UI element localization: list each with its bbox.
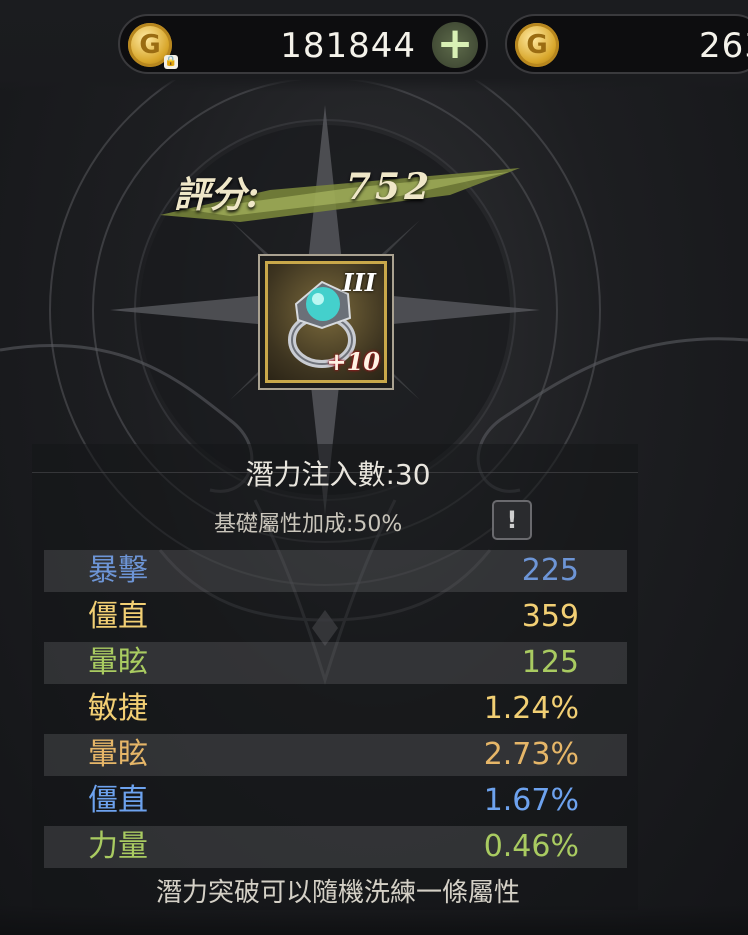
bound-gold-counter: G 🔒 181844 +: [118, 14, 488, 74]
stat-name: 力量: [88, 829, 148, 864]
item-tier: III: [342, 268, 376, 297]
add-currency-button[interactable]: +: [432, 22, 478, 68]
info-button[interactable]: !: [492, 500, 532, 540]
stat-value: 359: [521, 599, 579, 634]
item-icon-background: III +10: [265, 261, 387, 383]
gold-coin-icon: G: [515, 23, 559, 67]
stat-name: 敏捷: [88, 691, 148, 726]
stat-row: 暈眩 125: [44, 642, 627, 684]
stat-name: 僵直: [88, 783, 148, 818]
stat-row: 暈眩 2.73%: [44, 734, 627, 776]
score-label: 評分:: [174, 174, 260, 216]
bound-gold-amount: 181844: [280, 26, 416, 66]
item-enhance-level: +10: [326, 347, 380, 376]
stat-name: 僵直: [88, 599, 148, 634]
stat-row: 敏捷 1.24%: [44, 688, 627, 730]
currency-bar: G 🔒 181844 + G 263: [0, 0, 748, 92]
base-attribute-bonus: 基礎屬性加成:50%: [214, 512, 403, 537]
stat-name: 暈眩: [88, 737, 148, 772]
item-slot[interactable]: III +10: [258, 254, 394, 390]
gold-coin-locked-icon: G 🔒: [128, 23, 178, 69]
stat-value: 225: [521, 553, 579, 588]
score-value: 752: [346, 166, 434, 208]
stat-value: 0.46%: [483, 829, 579, 864]
potential-count: 潛力注入數:30: [245, 458, 431, 491]
lock-icon: 🔒: [164, 55, 178, 69]
coin-letter: G: [526, 30, 548, 60]
stat-name: 暴擊: [88, 553, 148, 588]
stat-value: 1.24%: [483, 691, 579, 726]
gold-counter: G 263: [505, 14, 748, 74]
stat-row: 僵直 359: [44, 596, 627, 638]
stat-row: 力量 0.46%: [44, 826, 627, 868]
stat-value: 2.73%: [483, 737, 579, 772]
stat-row: 暴擊 225: [44, 550, 627, 592]
coin-letter: G: [139, 30, 161, 60]
stat-row: 僵直 1.67%: [44, 780, 627, 822]
stat-value: 125: [521, 645, 579, 680]
stat-value: 1.67%: [483, 783, 579, 818]
stat-name: 暈眩: [88, 645, 148, 680]
gold-amount: 263: [699, 26, 748, 66]
bottom-fade: [0, 905, 748, 935]
breakthrough-hint: 潛力突破可以隨機洗練一條屬性: [155, 878, 520, 908]
score-banner: 評分: 752: [150, 160, 530, 230]
